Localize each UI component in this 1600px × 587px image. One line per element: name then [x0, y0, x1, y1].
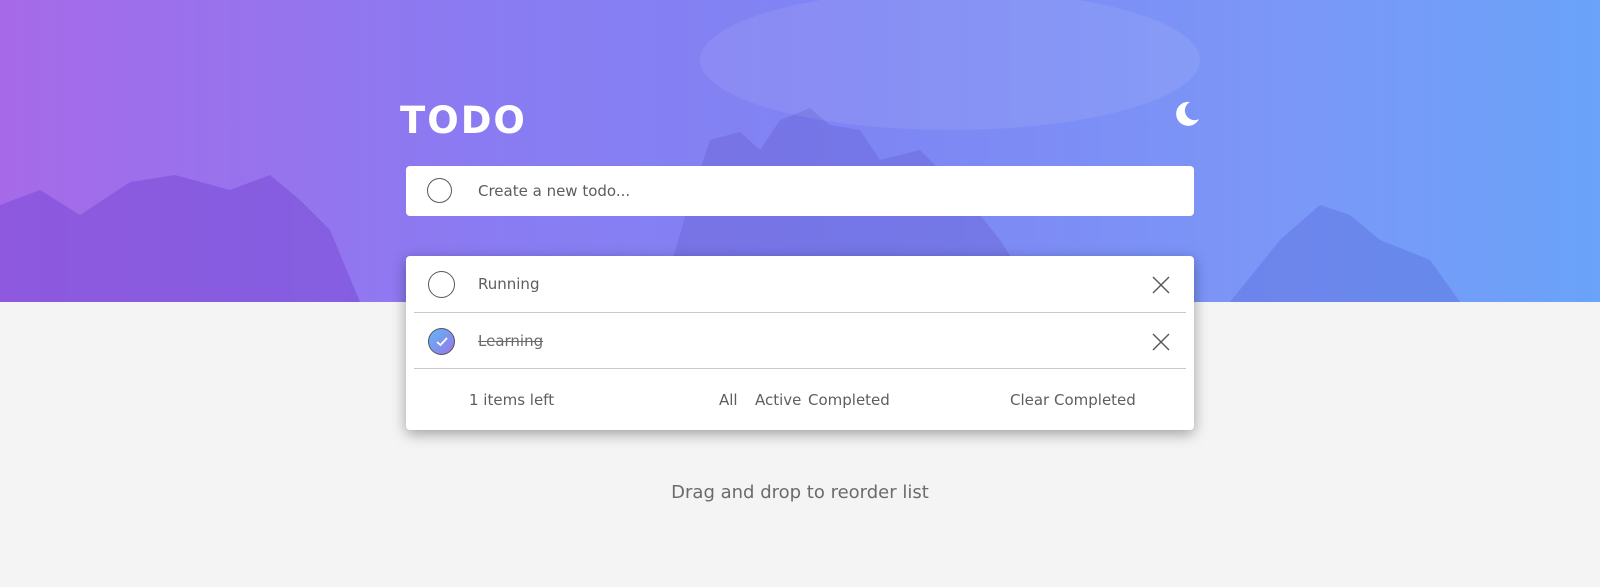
app-title: TODO [400, 99, 527, 142]
items-left-count: 1 items left [469, 391, 555, 409]
delete-todo-button[interactable] [1152, 333, 1170, 351]
close-icon [1152, 276, 1170, 294]
new-todo-input[interactable] [478, 166, 1168, 216]
delete-todo-button[interactable] [1152, 276, 1170, 294]
todo-item-running[interactable]: Running [406, 256, 1194, 312]
close-icon [1152, 333, 1170, 351]
todo-label: Learning [478, 332, 544, 350]
new-todo-circle[interactable] [427, 178, 452, 203]
clear-completed-button[interactable]: Clear Completed [1010, 369, 1136, 431]
todo-item-learning[interactable]: Learning [406, 313, 1194, 369]
moon-icon [1176, 101, 1199, 126]
check-icon [436, 337, 448, 347]
list-footer: 1 items left All Active Completed Clear … [406, 369, 1194, 430]
filter-completed[interactable]: Completed [808, 369, 890, 431]
todo-label: Running [478, 275, 540, 293]
new-todo-bar [406, 166, 1194, 216]
filter-all[interactable]: All [719, 369, 738, 431]
theme-toggle-button[interactable] [1172, 99, 1202, 129]
filter-active[interactable]: Active [755, 369, 801, 431]
drag-hint: Drag and drop to reorder list [671, 482, 929, 503]
todo-list: Running Learning 1 items left All Active… [406, 256, 1194, 430]
todo-checkbox-checked[interactable] [428, 328, 455, 355]
todo-checkbox[interactable] [428, 271, 455, 298]
